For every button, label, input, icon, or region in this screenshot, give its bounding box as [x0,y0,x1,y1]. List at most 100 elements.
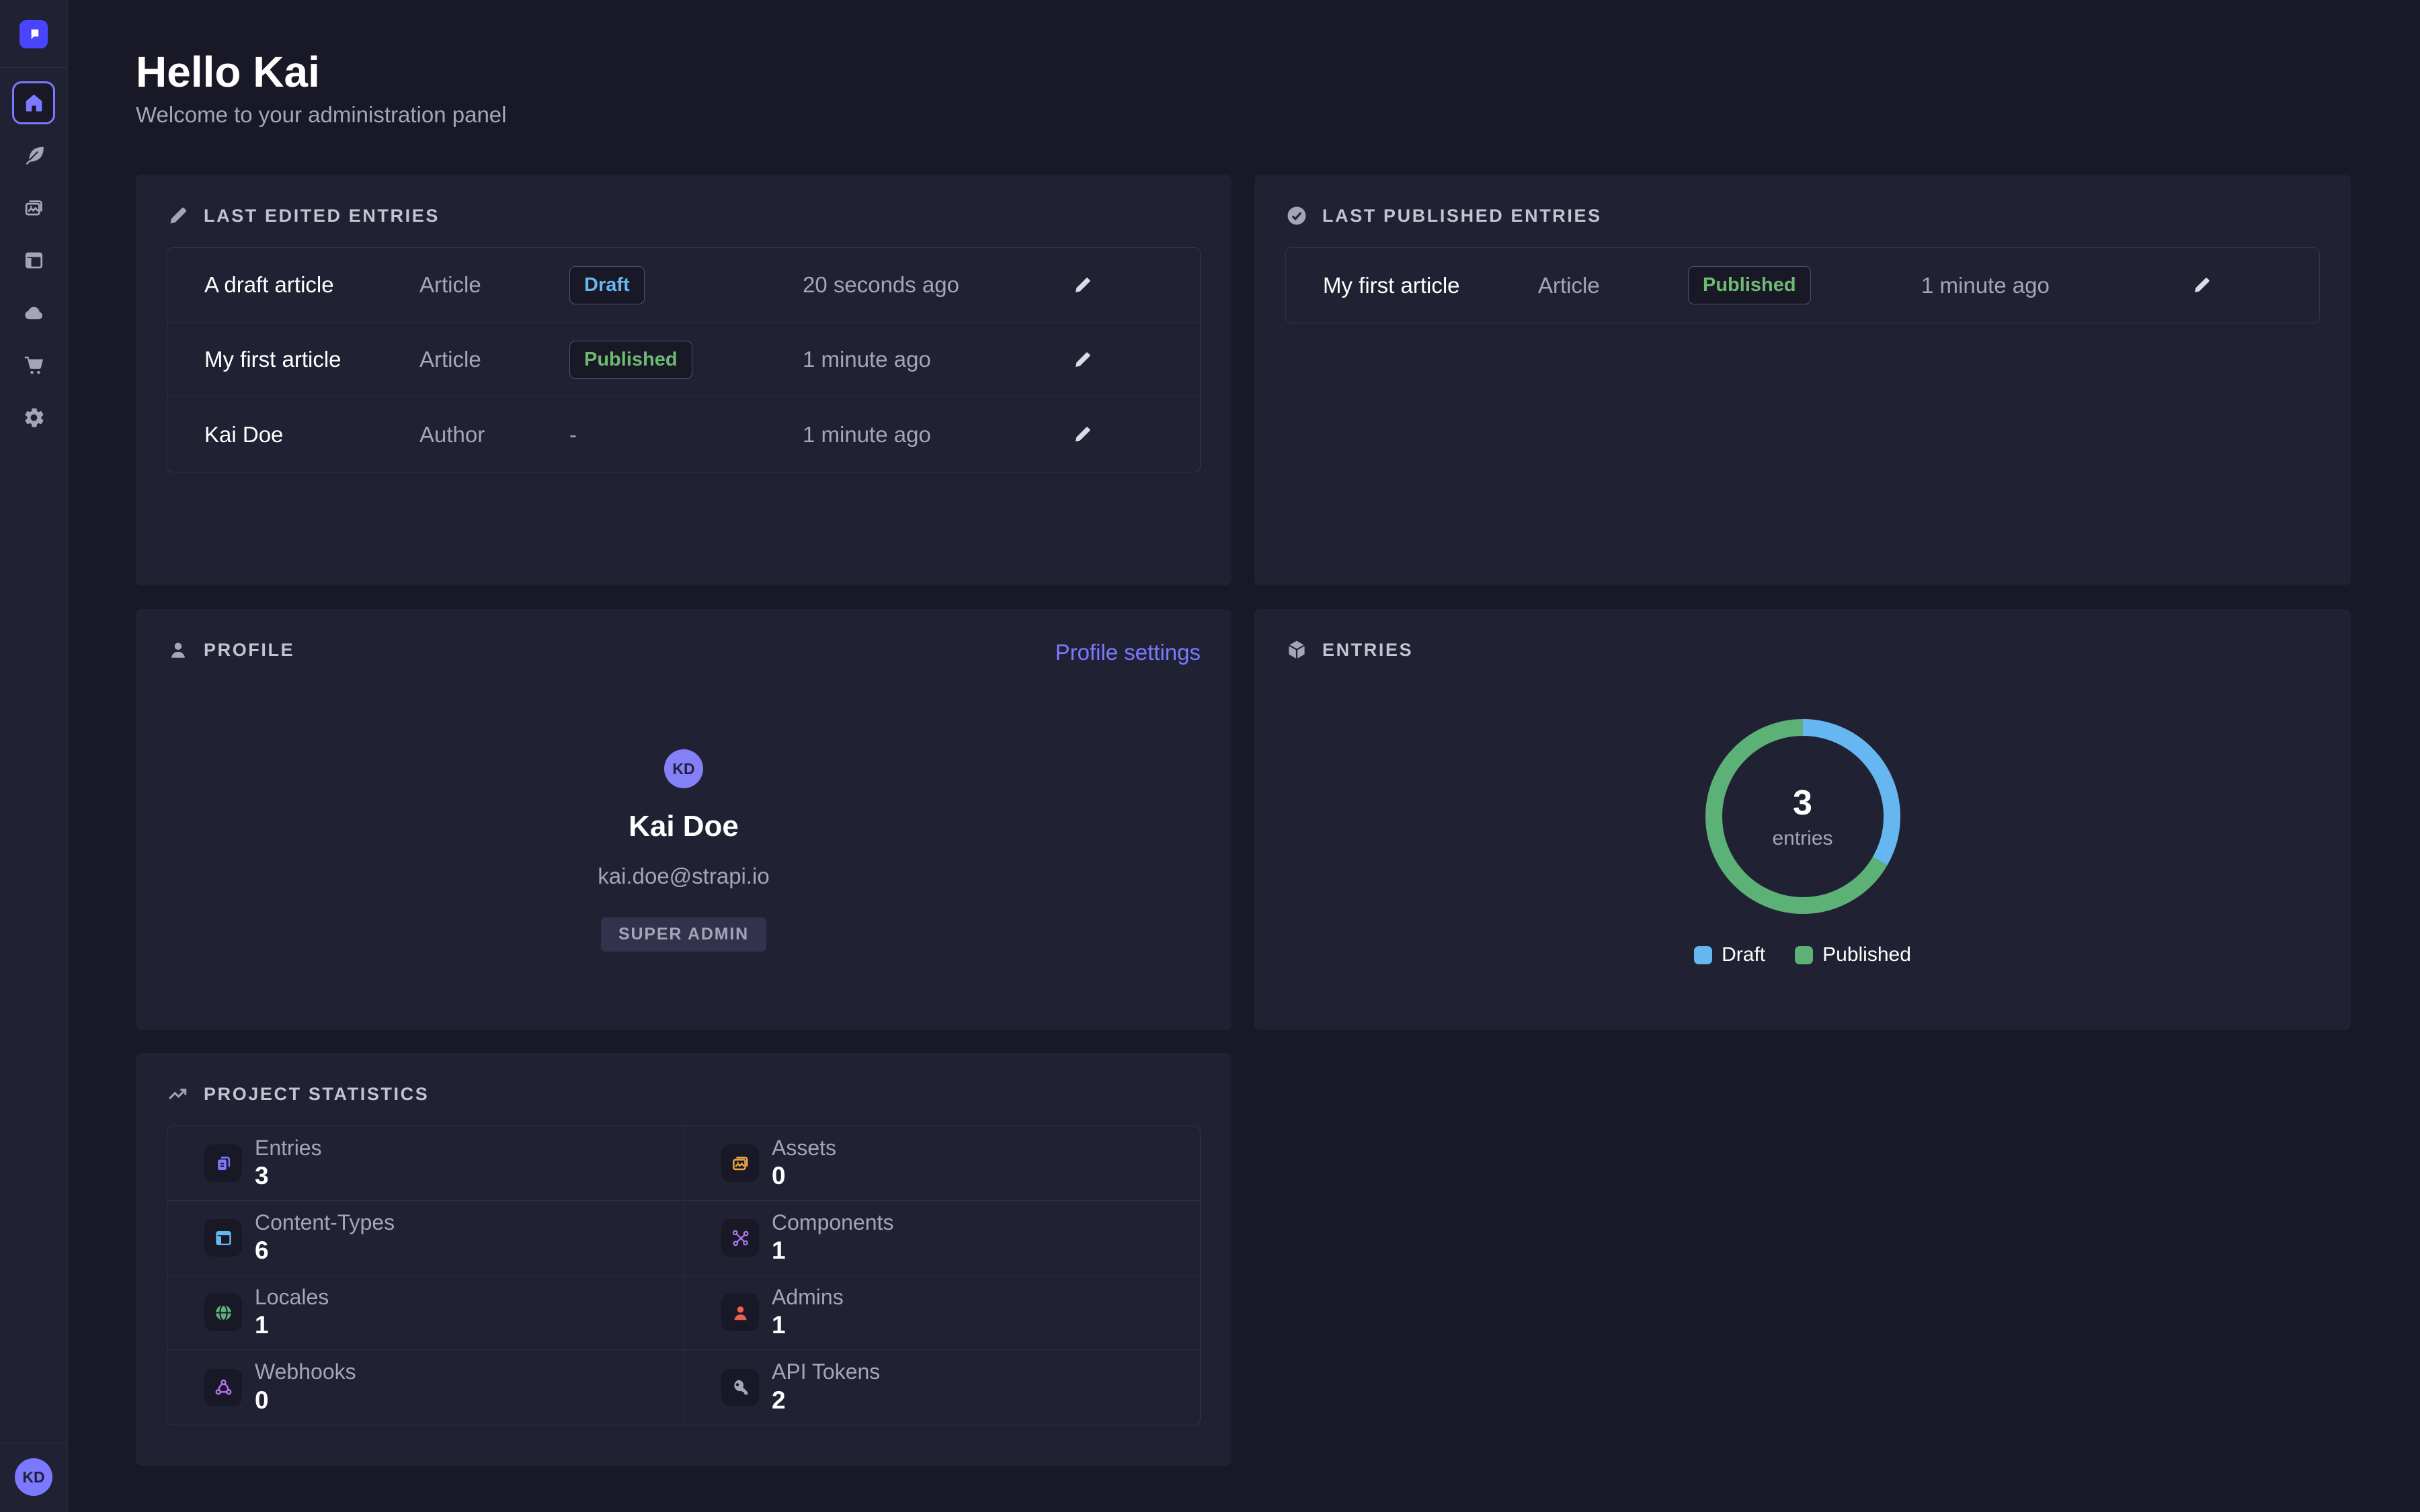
user-avatar[interactable]: KD [15,1458,52,1496]
last-edited-entries-panel: LAST EDITED ENTRIES A draft articleArtic… [136,175,1232,585]
panel-title: LAST EDITED ENTRIES [204,206,440,226]
page-subtitle: Welcome to your administration panel [136,102,507,128]
entry-row: A draft articleArticleDraft 20 seconds ag… [167,248,1200,323]
legend-swatch [1694,946,1712,964]
entry-status: - [569,422,803,448]
panel-title: PROJECT STATISTICS [204,1084,429,1105]
stat-text: Locales1 [255,1286,329,1339]
profile-settings-link[interactable]: Profile settings [1055,640,1201,665]
status-badge: Published [1688,266,1811,304]
layout-icon [22,249,46,272]
stat-value: 0 [772,1162,836,1190]
edit-entry-button[interactable] [2191,275,2218,296]
panel-title: ENTRIES [1322,640,1413,661]
sidebar-divider [0,67,67,68]
entries-unit-label: entries [1772,827,1832,850]
legend-swatch [1795,946,1813,964]
page-title: Hello Kai [136,47,320,97]
sidebar-bottom: KD [0,1443,67,1512]
pencil-icon [167,204,190,227]
panel-header: PROJECT STATISTICS [167,1053,1201,1105]
sidebar-item-content-type-builder[interactable] [12,239,55,282]
status-badge: Published [569,341,692,379]
entry-type: Article [419,347,569,372]
edit-entry-button[interactable] [1072,275,1099,296]
stat-value: 1 [772,1236,893,1265]
entries-total: 3 [1793,783,1812,823]
project-statistics-panel: PROJECT STATISTICS Entries3Assets0Conten… [136,1053,1232,1466]
profile-panel: PROFILE Profile settings KD Kai Doe kai.… [136,609,1232,1030]
stat-label: Content-Types [255,1211,395,1234]
stat-value: 3 [255,1162,322,1190]
entry-row: My first articleArticlePublished1 minute… [167,323,1200,397]
stat-label: API Tokens [772,1360,880,1384]
entry-title: My first article [1323,273,1538,298]
trending-up-icon [167,1083,190,1105]
stat-item-components: Components1 [684,1201,1200,1275]
globe-icon [204,1294,242,1331]
edit-entry-button[interactable] [1072,424,1099,445]
pencil-icon [1072,275,1093,296]
edit-entry-button[interactable] [1072,349,1099,370]
strapi-logo-button[interactable] [19,20,48,48]
stat-label: Admins [772,1286,844,1309]
entry-type: Author [419,422,569,448]
home-icon [22,91,46,115]
sidebar-item-marketplace[interactable] [12,343,55,386]
gear-icon [22,406,46,429]
admin-user-icon [721,1294,759,1331]
entry-type: Article [419,272,569,298]
profile-email: kai.doe@strapi.io [598,864,769,889]
stat-value: 2 [772,1386,880,1415]
last-published-table: My first articleArticlePublished 1 minute… [1285,247,2320,323]
panel-header: PROFILE [167,609,1201,661]
stat-label: Locales [255,1286,329,1309]
chart-legend: Draft Published [1254,943,2351,966]
stat-text: Webhooks0 [255,1360,356,1414]
entry-title: A draft article [204,272,419,298]
profile-avatar: KD [664,749,703,788]
cloud-icon [22,301,46,325]
legend-label: Draft [1722,943,1765,966]
stat-value: 6 [255,1236,395,1265]
role-badge: SUPER ADMIN [601,917,766,952]
entry-updated-time: 1 minute ago [1921,273,2191,298]
stat-item-locales: Locales1 [167,1275,684,1350]
sidebar-nav [12,81,55,439]
strapi-logo-icon [26,26,42,42]
stat-value: 0 [255,1386,356,1415]
sidebar-item-settings[interactable] [12,396,55,439]
entry-updated-time: 20 seconds ago [803,272,1072,298]
panel-header: LAST EDITED ENTRIES [167,175,1201,227]
last-published-entries-panel: LAST PUBLISHED ENTRIES My first articleA… [1254,175,2351,585]
panel-title: PROFILE [204,640,294,661]
pencil-icon [2191,275,2212,296]
user-icon [167,638,190,661]
stat-text: Entries3 [255,1136,322,1190]
stat-item-content-types: Content-Types6 [167,1201,684,1275]
legend-label: Published [1822,943,1911,966]
stat-text: Components1 [772,1211,893,1265]
stat-value: 1 [255,1311,329,1339]
profile-body: KD Kai Doe kai.doe@strapi.io SUPER ADMIN [136,749,1232,952]
stat-label: Components [772,1211,893,1234]
stat-text: API Tokens2 [772,1360,880,1414]
sidebar: KD [0,0,68,1512]
sidebar-item-home[interactable] [12,81,55,124]
stat-item-webhooks: Webhooks0 [167,1350,684,1425]
pencil-icon [1072,424,1093,445]
panel-title: LAST PUBLISHED ENTRIES [1322,206,1602,226]
entry-type: Article [1538,273,1688,298]
stat-text: Admins1 [772,1286,844,1339]
key-icon [721,1369,759,1406]
stat-label: Webhooks [255,1360,356,1384]
sidebar-item-deploy[interactable] [12,291,55,334]
status-badge: Draft [569,266,645,304]
sidebar-item-content-manager[interactable] [12,134,55,177]
sidebar-item-media-library[interactable] [12,186,55,229]
picture-icon [721,1144,759,1182]
entry-row: Kai DoeAuthor-1 minute ago [167,397,1200,472]
stat-label: Entries [255,1136,322,1160]
pencil-icon [1072,349,1093,370]
legend-item-draft: Draft [1694,943,1765,966]
